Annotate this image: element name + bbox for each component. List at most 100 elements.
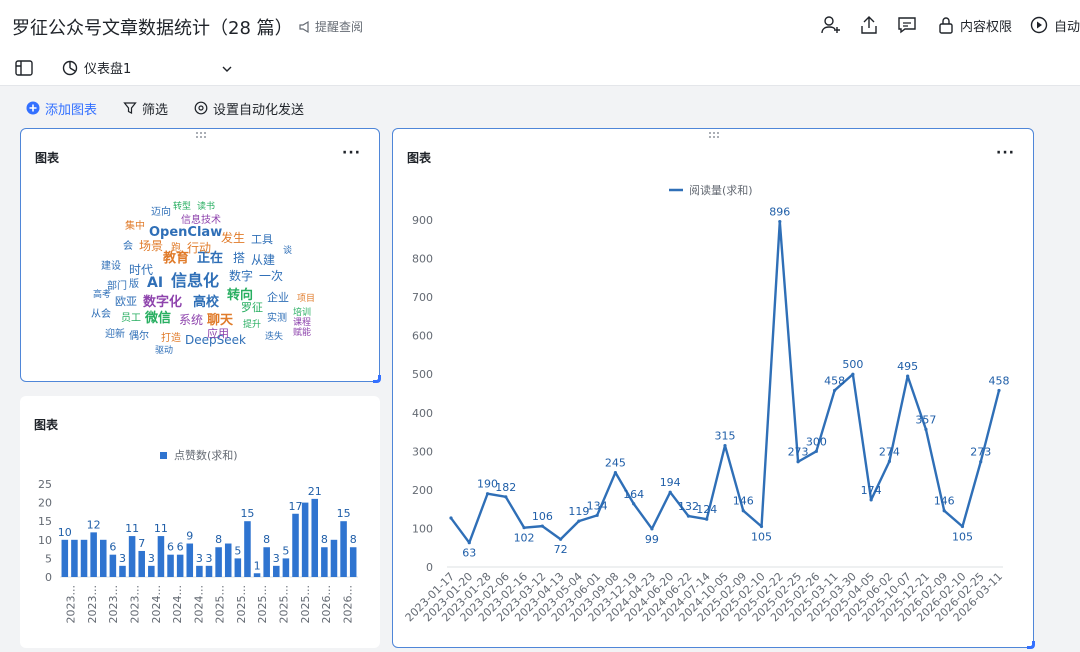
bar-value-label: 8 (263, 533, 270, 546)
x-tick-label: 2023... (86, 585, 99, 623)
point-value-label: 102 (514, 532, 535, 545)
bar-chart: 点赞数(求和)05101520251012631173116 693 3851518… (38, 449, 358, 623)
wordcloud-word: 信息化 (171, 271, 220, 290)
point-value-label: 106 (532, 510, 553, 523)
legend-label: 点赞数(求和) (174, 449, 238, 462)
y-tick-label: 5 (45, 552, 52, 565)
action-bar: 添加图表 筛选 设置自动化发送 (0, 86, 1080, 130)
point-value-label: 174 (861, 484, 882, 497)
bar (215, 547, 222, 577)
wordcloud-word: 员工 (121, 313, 141, 324)
x-tick-label: 2025... (214, 585, 227, 623)
wordcloud-card[interactable]: 图表 ··· 信息化 AI 教育 正在 OpenClaw 数字化 高校 转向 DeepSeek 微… (20, 128, 381, 383)
bar (224, 543, 232, 577)
point-value-label: 273 (970, 446, 991, 459)
bar (80, 539, 88, 577)
line-chart-card[interactable]: 图表 ··· 阅读量(求和) 0 100 200 300 400 500 600 700 800 9… (392, 128, 1035, 649)
y-tick-label: 700 (412, 291, 433, 304)
bar (253, 573, 261, 577)
point-value-label: 146 (934, 495, 955, 508)
wordcloud-word: 欧亚 (115, 295, 137, 308)
bar-value-label: 6 (109, 541, 116, 554)
bar-value-label: 3 (196, 552, 203, 565)
data-point (906, 374, 910, 378)
x-tick-label: 2026... (320, 585, 333, 623)
wordcloud-word: 工具 (251, 233, 273, 246)
wordcloud-word: 会 (123, 241, 133, 252)
point-value-label: 458 (989, 374, 1010, 387)
data-point (613, 470, 617, 475)
x-tick-label: 2025... (299, 585, 312, 623)
legend-label: 阅读量(求和) (689, 183, 753, 197)
data-point (741, 509, 745, 513)
wordcloud-word: 高考 (93, 290, 112, 300)
data-point (449, 516, 453, 520)
lock-icon (939, 17, 953, 34)
bar (90, 532, 97, 577)
bar (234, 558, 242, 577)
layout-toggle-icon[interactable] (14, 58, 34, 82)
y-tick-label: 400 (412, 407, 433, 420)
wordcloud-word: 数字 (229, 269, 254, 283)
tab-label: 仪表盘1 (84, 62, 132, 77)
bar-value-label: 11 (125, 522, 139, 535)
bar (263, 547, 270, 577)
permission-button[interactable]: 内容权限 (938, 16, 1012, 35)
data-point (851, 372, 855, 376)
wordcloud-word: 驱动 (155, 346, 174, 356)
comment-icon[interactable] (894, 14, 920, 36)
bar-value-label: 8 (350, 533, 357, 546)
autoplay-button[interactable]: 自动 (1030, 16, 1080, 35)
bar (109, 554, 117, 577)
share-icon[interactable] (856, 14, 882, 36)
add-chart-button[interactable]: 添加图表 (26, 99, 97, 118)
remind-button[interactable]: 提醒查阅 (298, 18, 363, 35)
data-point (869, 498, 873, 502)
data-point (705, 517, 709, 521)
remind-label: 提醒查阅 (315, 20, 364, 34)
view-bar: 仪表盘1 (0, 52, 1080, 86)
bar (148, 565, 155, 577)
bar-value-label: 17 (289, 500, 303, 513)
point-value-label: 194 (660, 476, 681, 489)
point-value-label: 274 (879, 445, 900, 458)
bar-value-label: 9 (186, 530, 193, 543)
filter-button[interactable]: 筛选 (123, 99, 168, 118)
chevron-down-icon[interactable] (220, 61, 234, 80)
point-value-label: 896 (769, 206, 790, 219)
data-point (796, 460, 800, 464)
wordcloud-word: 迈向 (151, 207, 171, 218)
bar (167, 554, 174, 577)
bar-chart-card[interactable]: 图表 点赞数(求和) 0 5 10 15 20 25 10 12 6 3 11 7 3 11 6 6 9 3 3 8 5 1… (20, 396, 380, 648)
data-point (522, 526, 526, 530)
y-tick-label: 500 (412, 368, 433, 381)
wordcloud-word: 偶尔 (129, 331, 149, 342)
bar (273, 565, 280, 577)
add-chart-label: 添加图表 (45, 102, 98, 118)
auto-send-button[interactable]: 设置自动化发送 (194, 99, 304, 118)
data-point (997, 388, 1001, 393)
auto-send-label: 设置自动化发送 (213, 102, 305, 118)
resize-handle[interactable] (1027, 641, 1035, 649)
point-value-label: 124 (696, 503, 717, 516)
bar-value-label: 5 (234, 544, 241, 557)
data-point (960, 524, 965, 529)
resize-handle[interactable] (373, 375, 381, 383)
wordcloud-word: 罗征 (241, 301, 263, 314)
point-value-label: 72 (554, 543, 568, 556)
data-point (942, 509, 946, 513)
add-member-icon[interactable] (818, 14, 844, 36)
wordcloud-word: 集中 (125, 221, 145, 232)
bar-value-label: 3 (206, 552, 213, 565)
point-value-label: 134 (587, 499, 608, 512)
wordcloud-word: 场景 (139, 239, 164, 253)
wordcloud-word: 转型 (173, 202, 192, 212)
bar-value-label: 3 (148, 552, 155, 565)
bar-value-label: 8 (215, 533, 222, 546)
data-point (979, 460, 983, 464)
data-point (668, 490, 672, 494)
tab-dashboard[interactable]: 仪表盘1 (62, 58, 131, 77)
x-tick-label: 2023... (107, 585, 120, 623)
top-bar: 罗征公众号文章数据统计（28 篇） 提醒查阅 内容权限 自动 (0, 0, 1080, 52)
wordcloud-word: 从建 (251, 253, 276, 267)
